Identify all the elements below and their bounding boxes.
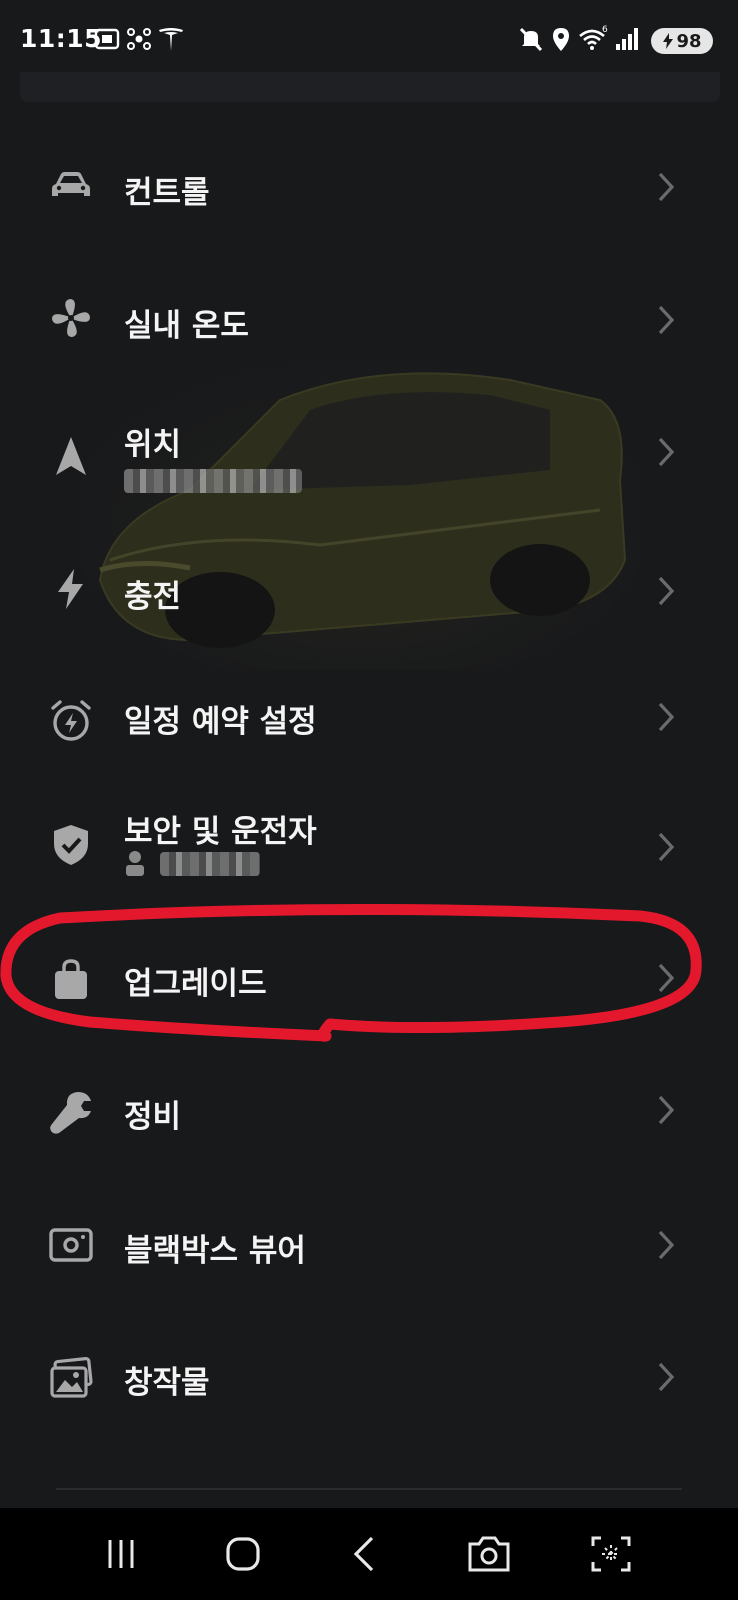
battery-charging-icon [663, 33, 674, 49]
car-icon [52, 172, 90, 196]
svg-text:6: 6 [602, 25, 608, 35]
signal-icon [616, 28, 638, 50]
chevron-right-icon [658, 437, 675, 467]
tesla-logo-icon [159, 28, 183, 51]
menu-item-label: 보안 및 운전자 [124, 814, 317, 850]
menu-item-controls[interactable]: 컨트롤 [0, 132, 738, 242]
screenshot-icon [94, 28, 120, 50]
battery-indicator: 98 [651, 28, 713, 54]
wrench-icon [50, 1092, 91, 1134]
chevron-right-icon [658, 1095, 675, 1125]
battery-level: 98 [676, 30, 702, 52]
home-icon[interactable] [218, 1530, 268, 1578]
menu-item-label: 창작물 [124, 1365, 210, 1401]
menu-item-label: 일정 예약 설정 [124, 704, 317, 740]
status-bar: 11:15 6 98 [0, 0, 738, 70]
scan-icon[interactable] [586, 1530, 636, 1578]
location-icon [553, 28, 569, 51]
menu-item-schedule[interactable]: 일정 예약 설정 [0, 672, 738, 782]
gallery-icon [50, 1356, 93, 1398]
person-icon [126, 851, 144, 876]
recent-apps-icon[interactable] [96, 1530, 146, 1578]
menu-item-label: 블랙박스 뷰어 [124, 1233, 306, 1269]
menu-item-climate[interactable]: 실내 온도 [0, 265, 738, 375]
menu-item-label: 정비 [124, 1099, 182, 1135]
header-strip [20, 72, 720, 102]
chevron-right-icon [658, 1362, 675, 1392]
system-nav-bar [0, 1508, 738, 1600]
driver-name-redacted [160, 852, 260, 876]
fan-icon [52, 299, 90, 337]
shield-check-icon [54, 825, 88, 865]
network-icon [127, 28, 151, 50]
chevron-right-icon [658, 576, 675, 606]
menu-item-label: 위치 [124, 427, 182, 463]
navigation-arrow-icon [56, 437, 86, 475]
menu-item-label: 실내 온도 [124, 308, 249, 344]
menu-item-location[interactable]: 위치 [0, 405, 738, 515]
menu-item-dashcam[interactable]: 블랙박스 뷰어 [0, 1210, 738, 1320]
menu-item-label: 충전 [124, 579, 182, 615]
chevron-right-icon [658, 832, 675, 862]
chevron-right-icon [658, 702, 675, 732]
back-icon[interactable] [340, 1530, 390, 1578]
location-address-redacted [124, 469, 302, 493]
menu-item-creations[interactable]: 창작물 [0, 1342, 738, 1452]
chevron-right-icon [658, 1230, 675, 1260]
alarm-clock-icon [51, 700, 91, 741]
chevron-right-icon [658, 172, 675, 202]
wifi-6-icon: 6 [579, 25, 608, 50]
red-highlight-annotation [0, 903, 702, 1042]
lightning-icon [58, 569, 83, 609]
dashcam-icon [49, 1228, 93, 1262]
status-time: 11:15 [20, 24, 103, 53]
camera-icon[interactable] [464, 1530, 514, 1578]
menu-item-service[interactable]: 정비 [0, 1075, 738, 1185]
menu-item-label: 컨트롤 [124, 175, 210, 211]
menu-divider [56, 1488, 682, 1490]
mute-icon [519, 27, 543, 52]
menu-item-charging[interactable]: 충전 [0, 538, 738, 648]
chevron-right-icon [658, 305, 675, 335]
